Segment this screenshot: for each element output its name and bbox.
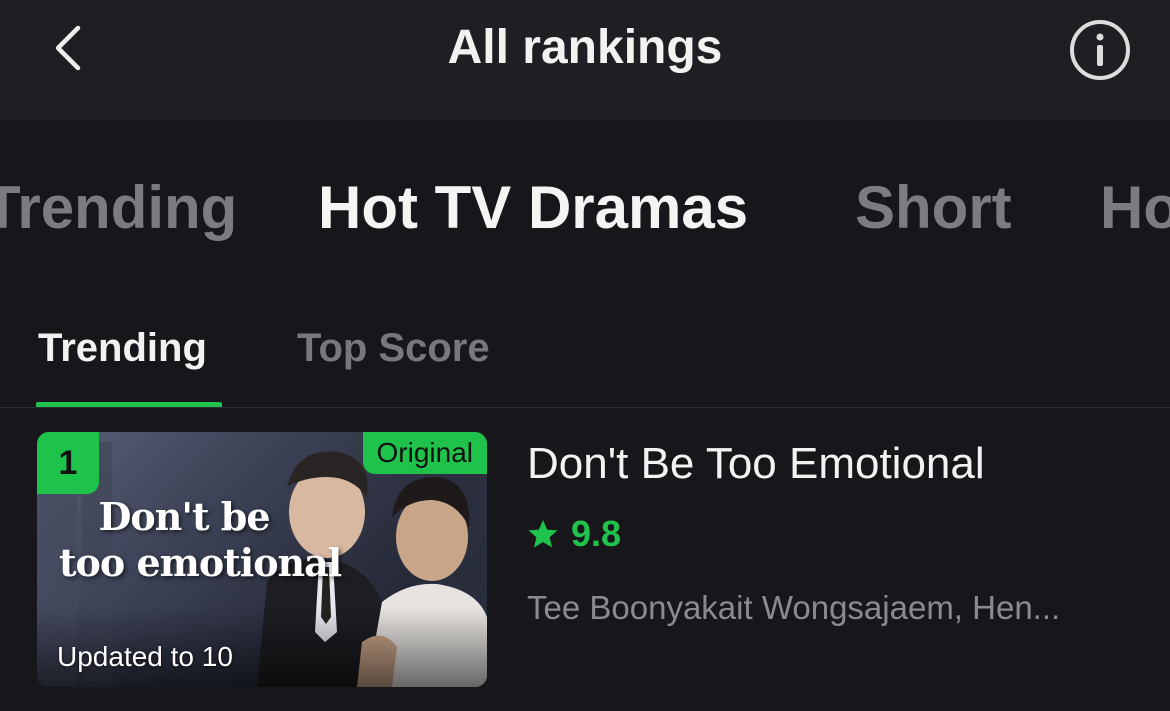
item-rating: 9.8 — [527, 510, 621, 558]
poster-title-line-1: Don't be — [98, 494, 270, 539]
category-tab-trending[interactable]: Trending — [0, 172, 237, 244]
info-icon — [1070, 20, 1130, 80]
sub-tabs: Trending Top Score — [0, 300, 1170, 408]
sub-tab-top-score[interactable]: Top Score — [297, 324, 490, 372]
rating-value: 9.8 — [571, 513, 622, 554]
poster-title-text: Don't be too emotional — [59, 494, 342, 586]
top-bar: All rankings — [0, 0, 1170, 120]
page-title: All rankings — [447, 21, 723, 74]
rank-badge: 1 — [37, 432, 99, 494]
info-button[interactable] — [1068, 18, 1132, 82]
sub-tab-trending[interactable]: Trending — [38, 324, 207, 372]
category-tabs: Trending Hot TV Dramas Short Ho — [0, 120, 1170, 290]
original-badge: Original — [362, 432, 487, 474]
item-title[interactable]: Don't Be Too Emotional — [527, 438, 985, 490]
star-icon — [528, 520, 558, 548]
ranking-list-item[interactable]: Don't be too emotional 1 Original Update… — [0, 408, 1170, 711]
category-tab-hot-tv-dramas[interactable]: Hot TV Dramas — [318, 172, 748, 244]
app-screen: All rankings Trending Hot TV Dramas Shor… — [0, 0, 1170, 711]
poster-title-line-2: too emotional — [59, 540, 342, 585]
poster-thumbnail[interactable]: Don't be too emotional 1 Original Update… — [37, 432, 487, 687]
update-status: Updated to 10 — [57, 641, 233, 672]
category-tab-ho[interactable]: Ho — [1100, 172, 1170, 244]
category-tab-short[interactable]: Short — [855, 172, 1012, 244]
item-cast: Tee Boonyakait Wongsajaem, Hen... — [527, 589, 1061, 626]
